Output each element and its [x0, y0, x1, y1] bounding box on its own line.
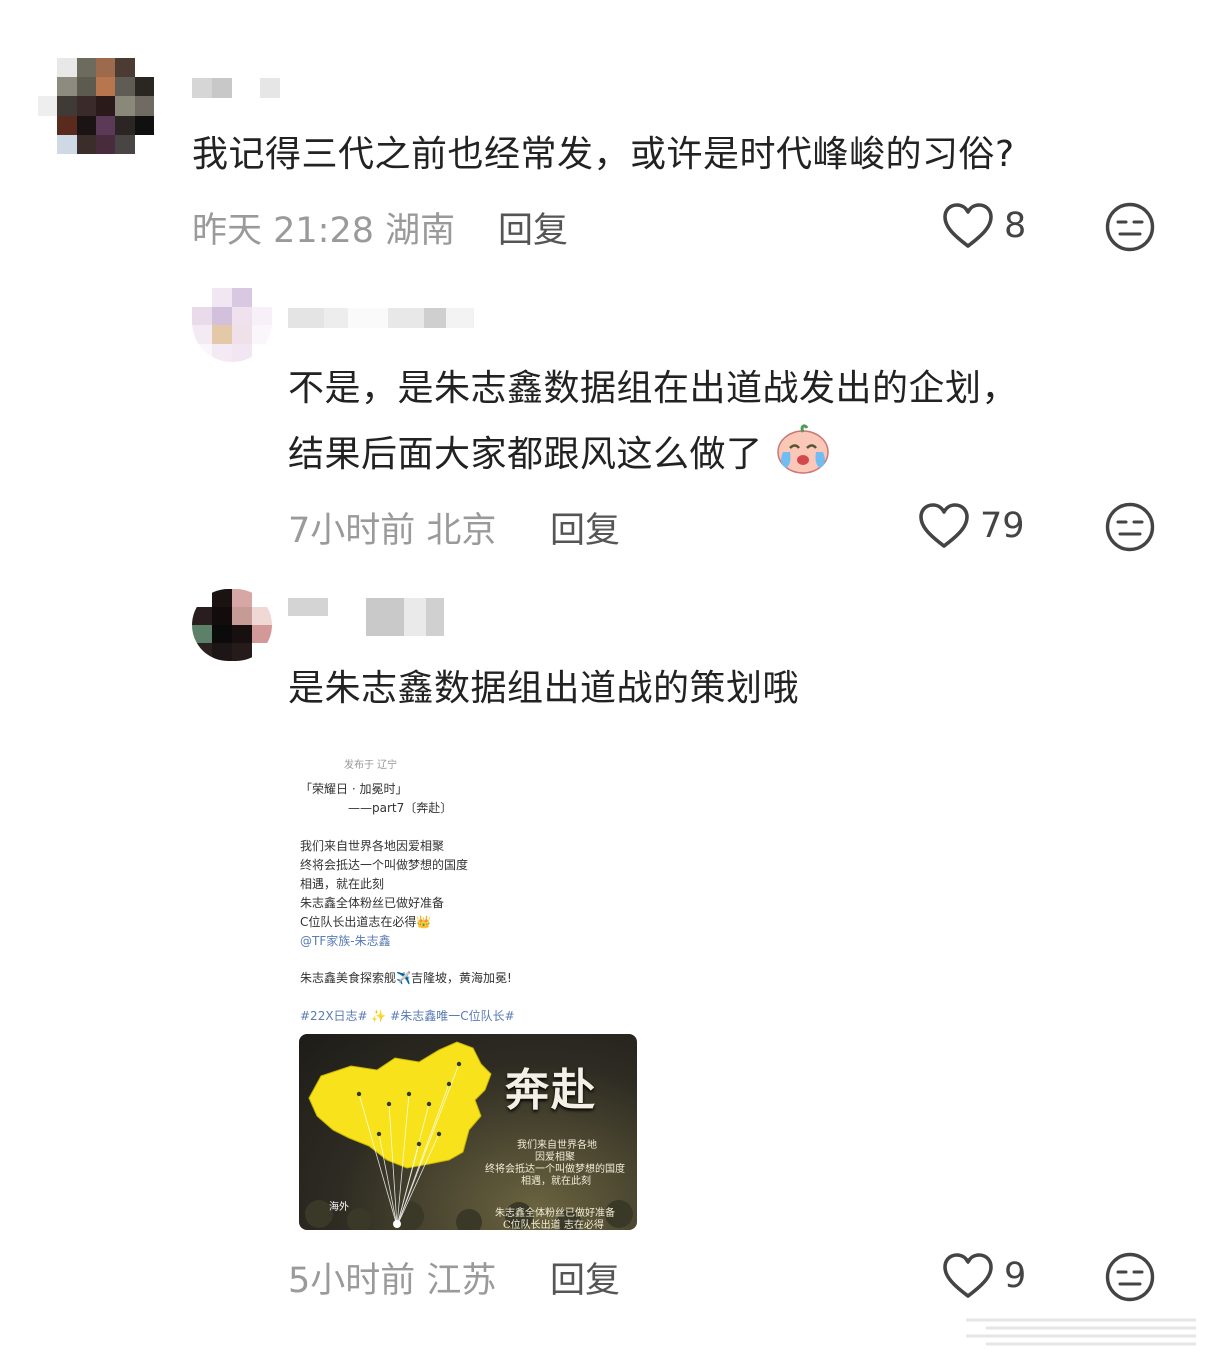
comment-time: 7小时前: [288, 511, 416, 551]
dislike-face-icon[interactable]: [1105, 202, 1155, 252]
like-count: 9: [1004, 1256, 1027, 1296]
username-blurred[interactable]: [192, 78, 280, 98]
poster-text: C位队长出道 志在必得: [503, 1220, 604, 1230]
comment-location: 湖南: [385, 211, 456, 251]
like-count: 79: [980, 506, 1025, 546]
avatar[interactable]: [192, 288, 272, 362]
post-trip-line: 朱志鑫美食探索舰✈️吉隆坡，黄海加冕!: [300, 971, 512, 985]
reply-button[interactable]: 回复: [550, 1252, 620, 1303]
poster-overseas-label: 海外: [329, 1202, 349, 1213]
attached-image[interactable]: 发布于 辽宁 「荣耀日 · 加冕时」 ——part7〔奔赴〕 我们来自世界各地因…: [290, 742, 648, 1234]
comment-time: 昨天 21:28: [192, 211, 374, 251]
watermark-stripes: [966, 1318, 1196, 1346]
comment-text-line2: 结果后面大家都跟风这么做了: [288, 422, 832, 488]
post-location: 发布于 辽宁: [344, 760, 398, 771]
heart-icon: [943, 1253, 993, 1298]
post-mention: @TF家族-朱志鑫: [300, 934, 391, 948]
avatar[interactable]: [38, 58, 154, 154]
post-body-line: 终将会抵达一个叫做梦想的国度: [300, 858, 469, 872]
heart-icon: [919, 503, 969, 548]
heart-icon: [943, 203, 993, 248]
like-button[interactable]: 8: [942, 202, 1026, 250]
dislike-face-icon[interactable]: [1105, 502, 1155, 552]
comment-meta: 昨天 21:28 湖南: [192, 202, 455, 253]
poster-text: 相遇，就在此刻: [521, 1176, 591, 1187]
post-body-line: 相遇，就在此刻: [300, 877, 385, 891]
username-blurred[interactable]: [288, 598, 444, 636]
username-blurred[interactable]: [288, 308, 474, 328]
post-tags: #22X日志# ✨ #朱志鑫唯一C位队长#: [300, 1009, 515, 1023]
crying-emoji-icon: [777, 424, 830, 474]
comment-text: 我记得三代之前也经常发，或许是时代峰峻的习俗?: [192, 134, 1015, 175]
like-count: 8: [1004, 206, 1027, 246]
comment-text-line1: 不是，是朱志鑫数据组在出道战发出的企划，: [288, 368, 1019, 409]
comment-location: 北京: [426, 511, 497, 551]
comment-meta: 7小时前 北京: [288, 502, 496, 553]
comment-time: 5小时前: [288, 1261, 416, 1301]
comment-location: 江苏: [426, 1261, 497, 1301]
post-title-line: 「荣耀日 · 加冕时」: [300, 782, 408, 796]
map-poster: 奔赴 我们来自世界各地 因爱相聚 终将会抵达一个叫做梦想的国度 相遇，就在此刻 …: [299, 1034, 637, 1230]
dislike-face-icon[interactable]: [1105, 1252, 1155, 1302]
comment-meta: 5小时前 江苏: [288, 1252, 496, 1303]
reply-button[interactable]: 回复: [498, 202, 568, 253]
comment-text: 是朱志鑫数据组出道战的策划哦: [288, 668, 800, 709]
avatar[interactable]: [192, 589, 272, 661]
reply-button[interactable]: 回复: [550, 502, 620, 553]
post-part-line: ——part7〔奔赴〕: [348, 801, 453, 815]
poster-title: 奔赴: [505, 1065, 597, 1116]
like-button[interactable]: 79: [918, 502, 1025, 550]
post-body-line: 朱志鑫全体粉丝已做好准备: [300, 896, 445, 910]
comment-text-line2-content: 结果后面大家都跟风这么做了: [288, 434, 763, 475]
post-body-line: C位队长出道志在必得👑: [300, 915, 432, 929]
like-button[interactable]: 9: [942, 1252, 1026, 1300]
post-body-line: 我们来自世界各地因爱相聚: [300, 839, 445, 853]
